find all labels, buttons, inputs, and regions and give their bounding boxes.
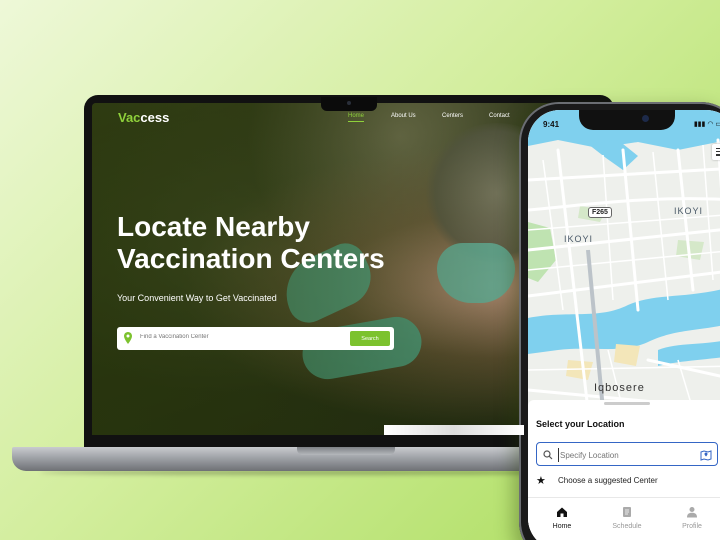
tab-home[interactable]: Home — [537, 506, 587, 530]
hero-search-bar: Search — [117, 327, 394, 350]
map-label-ikoyi-1: IKOYI — [564, 234, 594, 244]
dynamic-island — [579, 110, 675, 130]
schedule-icon — [623, 507, 631, 517]
bottom-tab-bar: Home Schedule Profile — [528, 497, 720, 540]
laptop-camera-notch — [321, 97, 377, 111]
tab-schedule[interactable]: Schedule — [602, 506, 652, 530]
specify-location-input[interactable] — [558, 448, 698, 462]
hero-title: Locate Nearby Vaccination Centers — [117, 211, 417, 275]
location-pin-icon — [124, 332, 132, 344]
tab-profile-label: Profile — [682, 523, 702, 530]
phone-screen: IKOYI IKOYI Iqbosere F265 9:41 ▮▮▮ ◠ ▭ S… — [528, 110, 720, 540]
status-time: 9:41 — [543, 120, 560, 129]
nav-home[interactable]: Home — [348, 113, 365, 122]
map-label-iqbosere: Iqbosere — [594, 382, 645, 394]
map-canvas — [528, 110, 720, 410]
search-icon — [543, 450, 553, 460]
hero-title-line-1: Locate Nearby — [117, 211, 310, 242]
screen-peek-strip — [384, 425, 524, 435]
suggested-center-option[interactable]: ★ Choose a suggested Center — [536, 475, 720, 489]
sheet-handle[interactable] — [604, 402, 650, 405]
search-button[interactable]: Search — [350, 331, 390, 346]
nav-centers[interactable]: Centers — [442, 113, 463, 119]
status-icons: ▮▮▮ ◠ ▭ — [693, 121, 720, 128]
map-label-ikoyi-2: IKOYI — [674, 206, 704, 216]
center-search-input[interactable] — [140, 334, 340, 340]
site-logo[interactable]: Vaccess — [118, 110, 169, 125]
logo-prefix: Vac — [118, 110, 141, 125]
hero-subtitle: Your Convenient Way to Get Vaccinated — [117, 293, 277, 303]
road-badge: F265 — [588, 207, 612, 218]
map-view[interactable]: IKOYI IKOYI Iqbosere F265 — [528, 110, 720, 410]
home-icon — [557, 507, 567, 517]
suggested-center-label: Choose a suggested Center — [558, 476, 658, 485]
map-pick-icon[interactable] — [700, 449, 712, 461]
logo-suffix: cess — [140, 110, 170, 125]
hamburger-menu-icon[interactable] — [712, 144, 720, 160]
profile-icon — [687, 507, 697, 518]
star-icon: ★ — [536, 475, 546, 487]
hero-title-line-2: Vaccination Centers — [117, 243, 385, 274]
tab-profile[interactable]: Profile — [667, 506, 717, 530]
tab-schedule-label: Schedule — [612, 523, 642, 530]
location-field — [536, 442, 718, 466]
tab-home-label: Home — [552, 523, 572, 530]
nav-about-us[interactable]: About Us — [391, 113, 416, 119]
nav-contact[interactable]: Contact — [489, 113, 510, 119]
sheet-title: Select your Location — [536, 419, 625, 429]
laptop-hinge-notch — [297, 447, 395, 455]
